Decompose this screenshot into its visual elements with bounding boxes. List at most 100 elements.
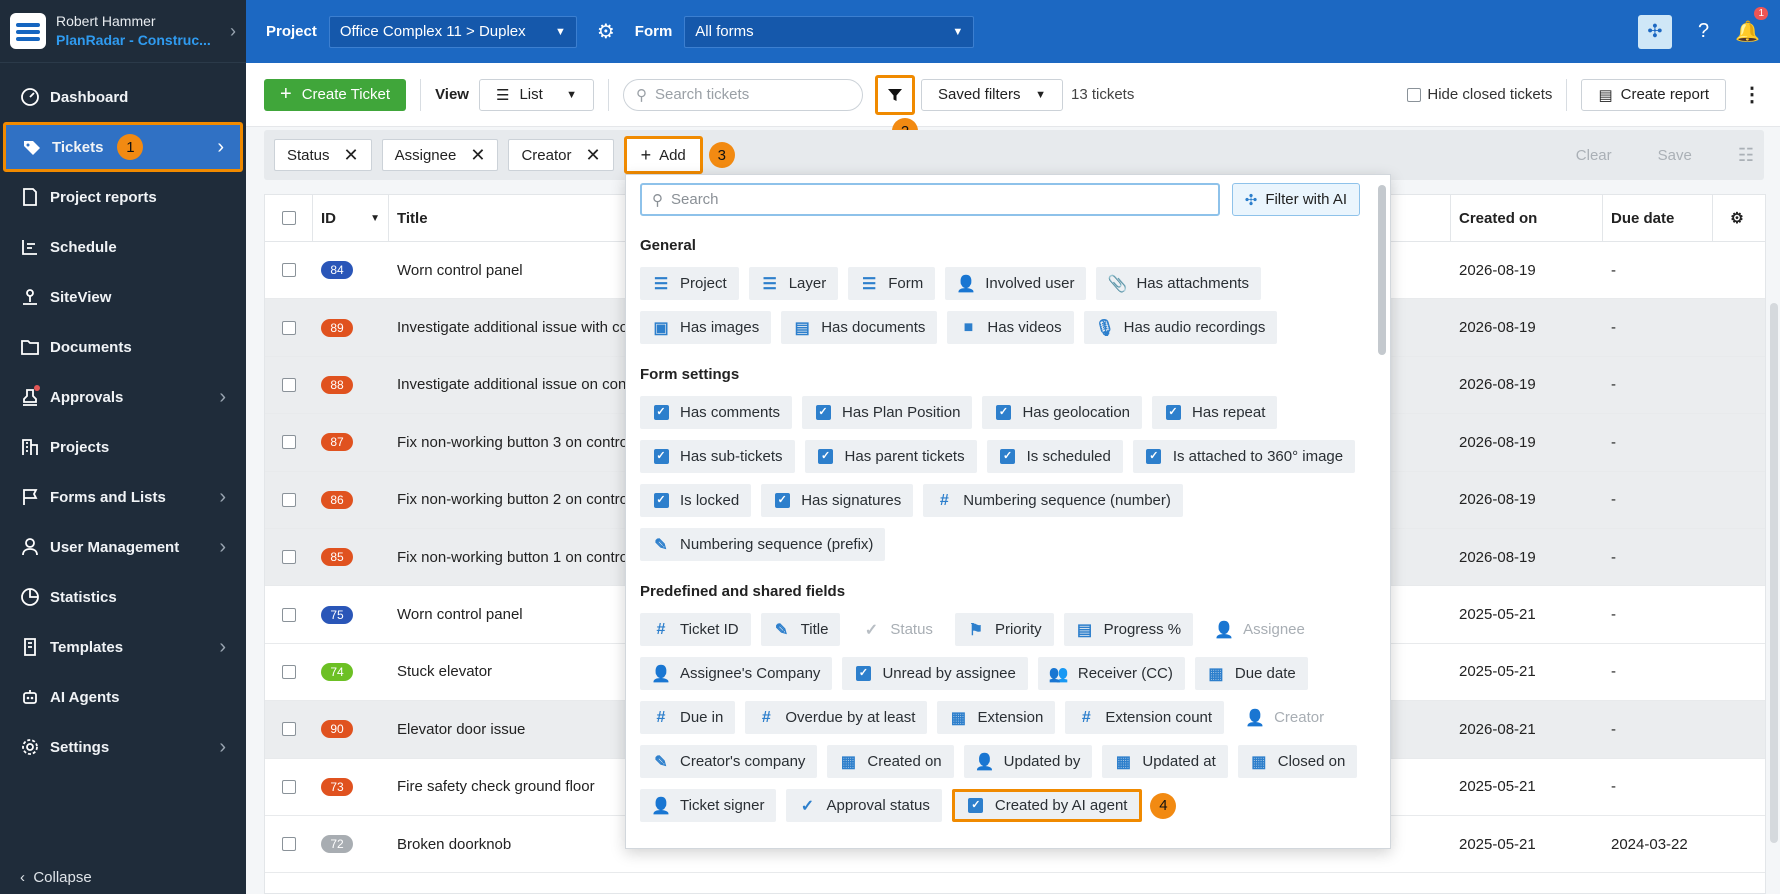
- row-checkbox[interactable]: [282, 435, 296, 450]
- filter-option-extension[interactable]: ▦ Extension: [937, 701, 1056, 734]
- filter-option-closed-on[interactable]: ▦ Closed on: [1237, 745, 1358, 778]
- row-checkbox[interactable]: [282, 779, 296, 794]
- project-select[interactable]: Office Complex 11 > Duplex ▼: [328, 15, 577, 48]
- filter-with-ai-button[interactable]: ✣ Filter with AI: [1231, 183, 1360, 216]
- row-checkbox[interactable]: [282, 607, 296, 622]
- filter-search-input[interactable]: ⚲ Search: [640, 183, 1220, 216]
- row-checkbox[interactable]: [282, 550, 296, 565]
- filter-option-has-signatures[interactable]: ✓ Has signatures: [761, 484, 914, 517]
- filter-chip-status[interactable]: Status ✕: [274, 139, 372, 171]
- filter-option-has-audio-recordings[interactable]: 🎙 Has audio recordings: [1083, 311, 1278, 344]
- sidebar-item-dashboard[interactable]: Dashboard: [0, 72, 246, 122]
- filter-option-due-date[interactable]: ▦ Due date: [1194, 657, 1308, 690]
- close-icon[interactable]: ✕: [585, 145, 600, 166]
- view-select[interactable]: ☰ List ▼: [478, 78, 594, 111]
- filter-option-updated-by[interactable]: 👤 Updated by: [963, 745, 1093, 778]
- sliders-icon[interactable]: ☷: [1738, 145, 1754, 166]
- sidebar-item-ai-agents[interactable]: AI Agents: [0, 672, 246, 722]
- form-select[interactable]: All forms ▼: [684, 15, 975, 48]
- help-icon[interactable]: ?: [1698, 20, 1709, 43]
- filter-option-involved-user[interactable]: 👤 Involved user: [945, 267, 1087, 300]
- add-filter-button[interactable]: + Add: [623, 136, 703, 174]
- filter-chip-creator[interactable]: Creator ✕: [508, 139, 614, 171]
- id-column-header[interactable]: ID ▼: [313, 194, 389, 242]
- more-menu-icon[interactable]: ⋮: [1742, 82, 1762, 107]
- row-checkbox[interactable]: [282, 837, 296, 852]
- close-icon[interactable]: ✕: [344, 145, 359, 166]
- filter-option-created-on[interactable]: ▦ Created on: [827, 745, 954, 778]
- sidebar-item-approvals[interactable]: Approvals ›: [0, 372, 246, 422]
- filter-option-extension-count[interactable]: # Extension count: [1065, 701, 1225, 734]
- filter-option-layer[interactable]: ☰ Layer: [748, 267, 839, 300]
- sidebar-item-project-reports[interactable]: Project reports: [0, 172, 246, 222]
- clear-button[interactable]: Clear: [1576, 147, 1612, 164]
- ai-assistant-icon[interactable]: ✣: [1637, 14, 1672, 49]
- filter-option-has-parent-tickets[interactable]: ✓ Has parent tickets: [804, 440, 977, 473]
- filter-option-is-scheduled[interactable]: ✓ Is scheduled: [986, 440, 1123, 473]
- filter-option-has-videos[interactable]: ■ Has videos: [947, 311, 1074, 344]
- filter-option-progress[interactable]: ▤ Progress %: [1063, 613, 1194, 646]
- row-checkbox[interactable]: [282, 320, 296, 335]
- filter-option-ticket-signer[interactable]: 👤 Ticket signer: [640, 789, 777, 822]
- account-switcher[interactable]: Robert Hammer PlanRadar - Construc... ›: [0, 0, 246, 63]
- filter-option-form[interactable]: ☰ Form: [848, 267, 936, 300]
- filter-option-has-attachments[interactable]: 📎 Has attachments: [1096, 267, 1261, 300]
- filter-option-has-images[interactable]: ▣ Has images: [640, 311, 772, 344]
- sidebar-item-user-management[interactable]: User Management ›: [0, 522, 246, 572]
- gear-icon[interactable]: ⚙: [597, 19, 615, 44]
- table-scrollbar[interactable]: [1770, 303, 1778, 843]
- filter-option-has-plan-position[interactable]: ✓ Has Plan Position: [802, 396, 973, 429]
- filter-option-is-locked[interactable]: ✓ Is locked: [640, 484, 752, 517]
- filter-option-priority[interactable]: ⚑ Priority: [954, 613, 1054, 646]
- row-checkbox[interactable]: [282, 722, 296, 737]
- filter-option-created-by-ai-agent[interactable]: ✓ Created by AI agent: [951, 789, 1143, 822]
- filter-option-has-geolocation[interactable]: ✓ Has geolocation: [982, 396, 1143, 429]
- hide-closed-toggle[interactable]: Hide closed tickets: [1407, 86, 1552, 103]
- row-checkbox[interactable]: [282, 492, 296, 507]
- filter-option-numbering-sequence-number[interactable]: # Numbering sequence (number): [923, 484, 1183, 517]
- search-tickets-input[interactable]: ⚲ Search tickets: [622, 78, 863, 111]
- row-checkbox[interactable]: [282, 664, 296, 679]
- save-filter-button[interactable]: Save: [1658, 147, 1692, 164]
- select-all-checkbox[interactable]: [281, 211, 296, 225]
- filter-option-title[interactable]: ✎ Title: [760, 613, 841, 646]
- filter-option-overdue-by-at-least[interactable]: # Overdue by at least: [745, 701, 928, 734]
- filter-button[interactable]: [874, 74, 915, 115]
- filter-option-has-repeat[interactable]: ✓ Has repeat: [1152, 396, 1278, 429]
- created-column-header[interactable]: Created on: [1451, 194, 1603, 242]
- filter-option-due-in[interactable]: # Due in: [640, 701, 736, 734]
- filter-option-assignee-s-company[interactable]: 👤 Assignee's Company: [640, 657, 833, 690]
- collapse-button[interactable]: ‹ Collapse: [20, 869, 92, 886]
- sidebar-item-schedule[interactable]: Schedule: [0, 222, 246, 272]
- saved-filters-select[interactable]: Saved filters ▼: [920, 78, 1063, 111]
- filter-option-numbering-sequence-prefix[interactable]: ✎ Numbering sequence (prefix): [640, 528, 886, 561]
- sidebar-item-projects[interactable]: Projects: [0, 422, 246, 472]
- filter-option-has-comments[interactable]: ✓ Has comments: [640, 396, 793, 429]
- filter-option-receiver-cc[interactable]: 👥 Receiver (CC): [1037, 657, 1185, 690]
- filter-option-ticket-id[interactable]: # Ticket ID: [640, 613, 751, 646]
- row-checkbox[interactable]: [282, 263, 296, 278]
- column-settings-icon[interactable]: ⚙: [1713, 195, 1761, 242]
- filter-option-has-sub-tickets[interactable]: ✓ Has sub-tickets: [640, 440, 795, 473]
- sidebar-item-documents[interactable]: Documents: [0, 322, 246, 372]
- due-column-header[interactable]: Due date: [1603, 194, 1713, 242]
- hide-closed-checkbox[interactable]: [1407, 87, 1422, 102]
- filter-option-updated-at[interactable]: ▦ Updated at: [1102, 745, 1228, 778]
- sidebar-item-siteview[interactable]: SiteView: [0, 272, 246, 322]
- sidebar-item-statistics[interactable]: Statistics: [0, 572, 246, 622]
- sidebar-item-settings[interactable]: Settings ›: [0, 722, 246, 772]
- filter-option-is-attached-to-360-image[interactable]: ✓ Is attached to 360° image: [1132, 440, 1356, 473]
- filter-option-project[interactable]: ☰ Project: [640, 267, 739, 300]
- bell-icon[interactable]: 🔔 1: [1735, 7, 1768, 44]
- filter-option-approval-status[interactable]: ✓ Approval status: [786, 789, 942, 822]
- sidebar-item-tickets[interactable]: Tickets 1 ›: [3, 122, 243, 172]
- filter-chip-assignee[interactable]: Assignee ✕: [381, 139, 499, 171]
- create-report-button[interactable]: ▤ Create report: [1581, 78, 1726, 111]
- filter-option-has-documents[interactable]: ▤ Has documents: [781, 311, 938, 344]
- sidebar-item-templates[interactable]: Templates ›: [0, 622, 246, 672]
- panel-scrollbar[interactable]: [1378, 185, 1386, 355]
- sidebar-item-forms-and-lists[interactable]: Forms and Lists ›: [0, 472, 246, 522]
- filter-option-unread-by-assignee[interactable]: ✓ Unread by assignee: [842, 657, 1028, 690]
- row-checkbox[interactable]: [282, 377, 296, 392]
- create-ticket-button[interactable]: + Create Ticket: [264, 78, 407, 111]
